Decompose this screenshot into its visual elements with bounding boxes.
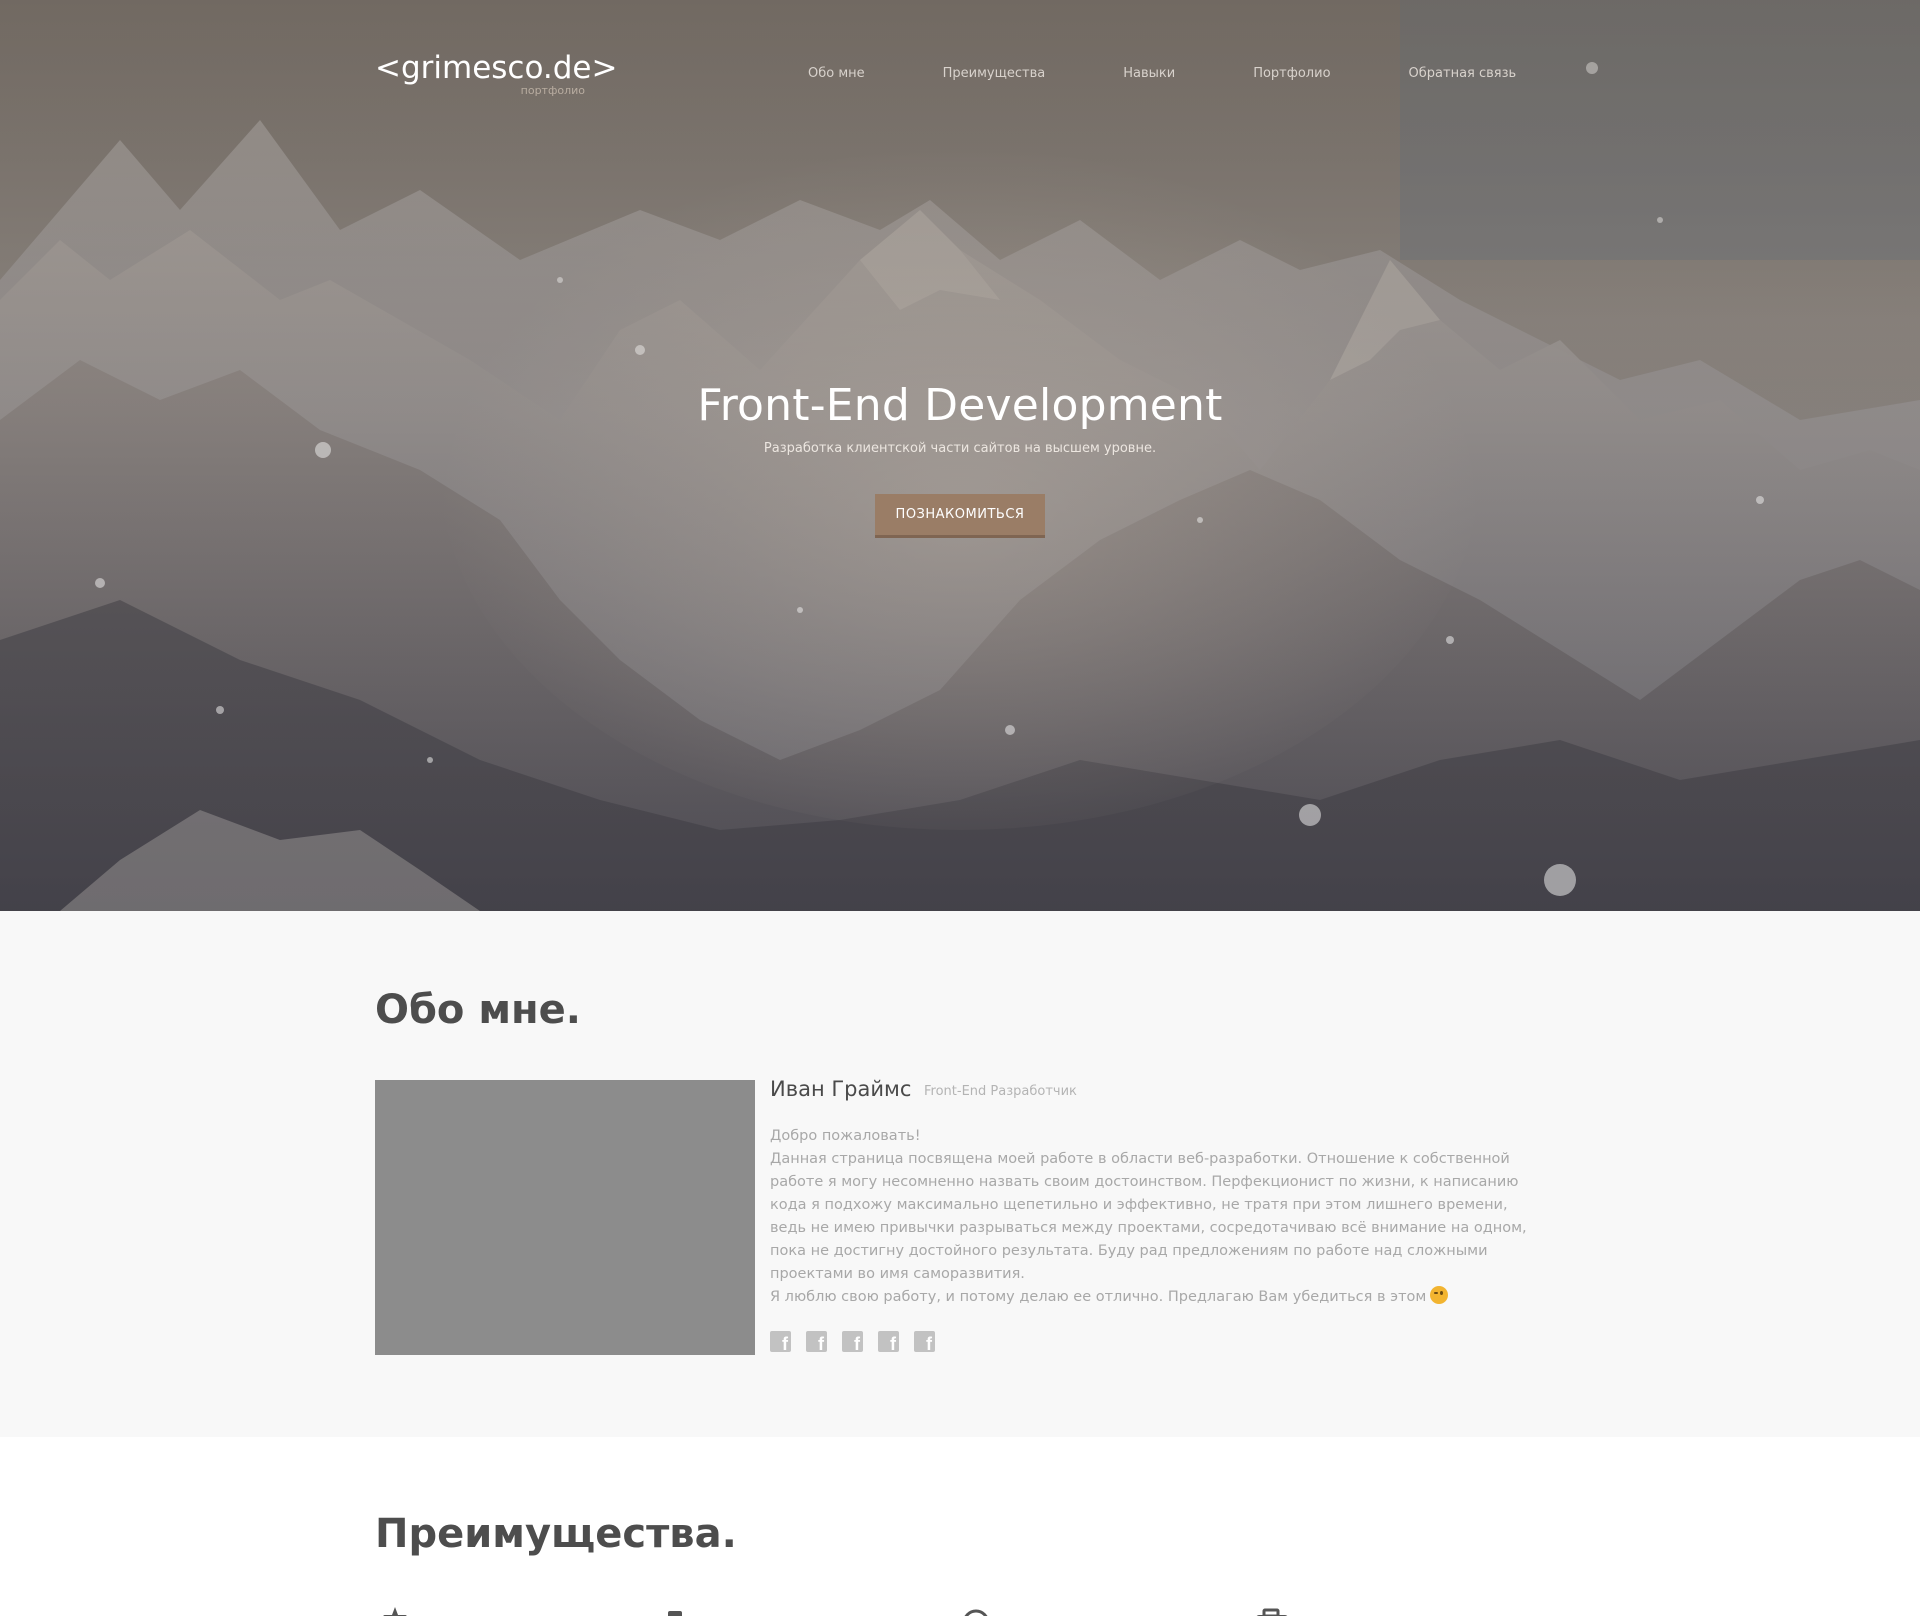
- social-links: f f f f f: [770, 1331, 935, 1353]
- hero-title: Front-End Development: [697, 380, 1223, 431]
- person-name: Иван Граймс: [770, 1077, 912, 1101]
- advantages-title: Преимущества.: [375, 1511, 737, 1557]
- nav-link-about[interactable]: Обо мне: [808, 66, 865, 81]
- main-nav: Обо мне Преимущества Навыки Портфолио Об…: [808, 66, 1516, 81]
- about-section: Обо мне. Иван Граймс Front-End Разработч…: [0, 911, 1920, 1437]
- profile-photo-placeholder: [375, 1080, 755, 1355]
- get-acquainted-button[interactable]: ПОЗНАКОМИТЬСЯ: [875, 494, 1045, 538]
- nav-link-portfolio[interactable]: Портфолио: [1253, 66, 1330, 81]
- about-title: Обо мне.: [375, 987, 581, 1033]
- facebook-icon[interactable]: f: [842, 1331, 863, 1353]
- person-role: Front-End Разработчик: [924, 1084, 1077, 1099]
- about-description: Данная страница посвящена моей работе в …: [770, 1151, 1527, 1282]
- about-closing: Я люблю свою работу, и потому делаю ее о…: [770, 1286, 1542, 1309]
- facebook-icon[interactable]: f: [770, 1331, 791, 1353]
- facebook-icon[interactable]: f: [806, 1331, 827, 1353]
- facebook-icon[interactable]: f: [914, 1331, 935, 1353]
- advantages-section: Преимущества.: [0, 1437, 1920, 1616]
- nav-link-contact[interactable]: Обратная связь: [1409, 66, 1517, 81]
- mobile-icon: [664, 1607, 704, 1616]
- globe-icon: [960, 1607, 1000, 1616]
- site-logo[interactable]: <grimesco.de> портфолио: [375, 48, 618, 97]
- hero-section: <grimesco.de> портфолио Обо мне Преимуще…: [0, 0, 1920, 911]
- briefcase-icon: [1252, 1607, 1292, 1616]
- logo-text: <grimesco.de>: [375, 50, 618, 86]
- facebook-icon[interactable]: f: [878, 1331, 899, 1353]
- about-closing-text: Я люблю свою работу, и потому делаю ее о…: [770, 1289, 1427, 1305]
- about-text: Добро пожаловать! Данная страница посвящ…: [770, 1125, 1542, 1309]
- about-greeting: Добро пожаловать!: [770, 1128, 921, 1144]
- nav-link-skills[interactable]: Навыки: [1123, 66, 1175, 81]
- wink-emoji-icon: [1430, 1286, 1449, 1304]
- star-icon: [383, 1607, 423, 1616]
- nav-link-advantages[interactable]: Преимущества: [943, 66, 1046, 81]
- hero-subtitle: Разработка клиентской части сайтов на вы…: [763, 441, 1157, 456]
